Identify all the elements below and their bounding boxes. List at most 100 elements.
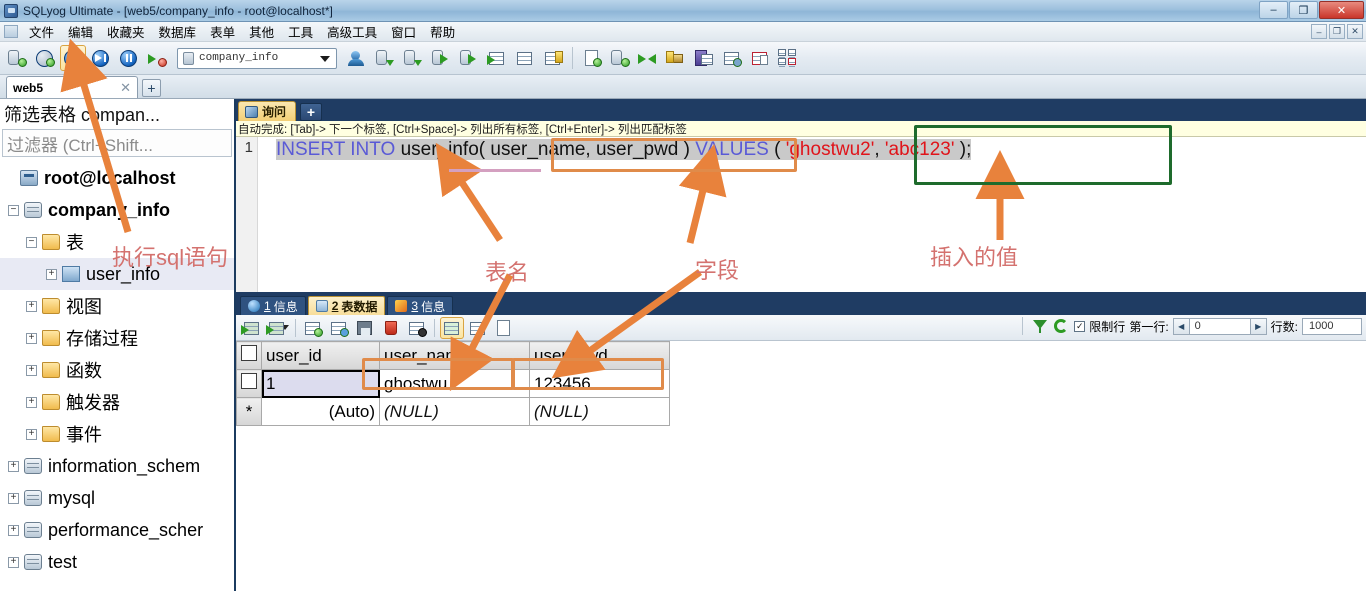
cell-user-id[interactable]: 1 <box>261 369 380 398</box>
cell-user-pwd[interactable]: 123456 <box>529 369 670 398</box>
cell-user-name[interactable]: ghostwu <box>379 369 530 398</box>
new-connection-button[interactable] <box>4 45 30 71</box>
restore-database-button[interactable] <box>456 45 482 71</box>
query-tab[interactable]: 询问 <box>238 101 297 121</box>
sql-code-line[interactable]: INSERT INTO user_info( user_name, user_p… <box>258 137 1366 292</box>
result-tab-1-info[interactable]: 1 信息 <box>240 296 306 315</box>
close-icon[interactable]: ✕ <box>120 80 131 96</box>
cell-user-pwd[interactable]: (NULL) <box>529 397 670 426</box>
data-sync-button[interactable] <box>635 45 661 71</box>
execute-query-button[interactable] <box>60 45 86 71</box>
expander-icon[interactable]: + <box>46 268 57 280</box>
schema-designer-button[interactable] <box>540 45 566 71</box>
close-button[interactable]: ✕ <box>1319 1 1364 19</box>
table-row[interactable]: 1 ghostwu 123456 <box>236 369 670 398</box>
table-data-button[interactable] <box>484 45 510 71</box>
new-query-tab-button[interactable] <box>32 45 58 71</box>
first-row-spinner[interactable]: ◀ 0 ▶ <box>1172 317 1267 335</box>
user-manager-button[interactable] <box>344 45 370 71</box>
sql-scheduler-button[interactable] <box>719 45 745 71</box>
export-database-button[interactable] <box>400 45 426 71</box>
html-report-button[interactable] <box>747 45 773 71</box>
menu-item-file[interactable]: 文件 <box>22 20 61 43</box>
prev-page-icon[interactable]: ◀ <box>1173 318 1190 334</box>
column-header-user-id[interactable]: user_id <box>261 341 380 370</box>
tree-item-mysql[interactable]: + mysql <box>0 482 234 514</box>
save-changes-button[interactable] <box>353 317 377 339</box>
menu-item-other[interactable]: 其他 <box>242 20 281 43</box>
refresh-icon[interactable] <box>1052 317 1070 335</box>
form-view-button[interactable] <box>466 317 490 339</box>
column-header-user-pwd[interactable]: user_pwd <box>529 341 670 370</box>
limit-rows-checkbox[interactable]: ✓ <box>1074 320 1086 332</box>
expander-icon[interactable]: + <box>8 556 19 568</box>
expander-icon[interactable]: + <box>8 524 19 536</box>
sql-formatter-button[interactable] <box>579 45 605 71</box>
refresh-options-button[interactable] <box>266 317 290 339</box>
checkbox-icon[interactable] <box>241 345 257 361</box>
row-count-input[interactable]: 1000 <box>1302 317 1362 335</box>
delete-row-button[interactable] <box>379 317 403 339</box>
tree-item-views[interactable]: + 视图 <box>0 290 234 322</box>
result-tab-2-table-data[interactable]: 2 表数据 <box>307 296 386 315</box>
expander-icon[interactable] <box>4 173 15 184</box>
insert-row-button[interactable] <box>301 317 325 339</box>
expander-icon[interactable]: − <box>8 204 19 216</box>
row-selector[interactable] <box>236 369 262 398</box>
maximize-button[interactable]: ❐ <box>1289 1 1318 19</box>
scheduled-backup-button[interactable] <box>663 45 689 71</box>
next-page-icon[interactable]: ▶ <box>1249 318 1266 334</box>
new-row-marker[interactable]: * <box>236 397 262 426</box>
add-connection-tab-button[interactable]: + <box>142 79 161 97</box>
backup-database-button[interactable] <box>428 45 454 71</box>
tree-item-stored-procedures[interactable]: + 存储过程 <box>0 322 234 354</box>
connection-tab-web5[interactable]: web5 ✕ <box>6 76 138 98</box>
database-selector[interactable]: company_info <box>177 47 337 69</box>
tree-item-events[interactable]: + 事件 <box>0 418 234 450</box>
grid-view-button[interactable] <box>440 316 464 339</box>
tree-item-root-localhost[interactable]: root@localhost <box>0 162 234 194</box>
expander-icon[interactable]: + <box>8 492 19 504</box>
expander-icon[interactable]: + <box>26 428 37 440</box>
expander-icon[interactable]: + <box>26 364 37 376</box>
expander-icon[interactable]: + <box>8 460 19 472</box>
add-query-tab-button[interactable]: + <box>300 103 323 121</box>
import-database-button[interactable] <box>372 45 398 71</box>
update-row-button[interactable] <box>327 317 351 339</box>
mdi-restore-button[interactable]: ❐ <box>1329 24 1345 39</box>
select-all-header[interactable] <box>236 341 262 370</box>
expander-icon[interactable]: − <box>26 236 37 248</box>
menu-item-help[interactable]: 帮助 <box>423 20 462 43</box>
table-row[interactable]: * (Auto) (NULL) (NULL) <box>236 397 670 426</box>
menu-item-powertools[interactable]: 高级工具 <box>320 20 384 43</box>
notification-services-button[interactable] <box>691 45 717 71</box>
tree-item-information-schema[interactable]: + information_schem <box>0 450 234 482</box>
checkbox-icon[interactable] <box>241 373 257 389</box>
text-view-button[interactable] <box>492 317 516 339</box>
column-header-user-name[interactable]: user_name <box>379 341 530 370</box>
minimize-button[interactable]: – <box>1259 1 1288 19</box>
tree-item-performance-schema[interactable]: + performance_scher <box>0 514 234 546</box>
mdi-close-button[interactable]: ✕ <box>1347 24 1363 39</box>
menu-item-window[interactable]: 窗口 <box>384 20 423 43</box>
result-tab-3-messages[interactable]: 3 信息 <box>387 296 454 315</box>
sync-database-button[interactable] <box>607 45 633 71</box>
cancel-changes-button[interactable] <box>405 317 429 339</box>
expander-icon[interactable]: + <box>26 396 37 408</box>
tree-item-triggers[interactable]: + 触发器 <box>0 386 234 418</box>
mdi-minimize-button[interactable]: – <box>1311 24 1327 39</box>
table-diagnostics-button[interactable] <box>512 45 538 71</box>
expander-icon[interactable]: + <box>26 300 37 312</box>
tree-item-functions[interactable]: + 函数 <box>0 354 234 386</box>
menu-item-database[interactable]: 数据库 <box>152 20 204 43</box>
tree-item-tables[interactable]: − 表 <box>0 226 234 258</box>
object-browser-filter-input[interactable]: 过滤器 (Ctrl+Shift... <box>2 129 232 157</box>
cell-user-id[interactable]: (Auto) <box>261 397 380 426</box>
tree-item-test[interactable]: + test <box>0 546 234 578</box>
menu-item-favorites[interactable]: 收藏夹 <box>100 20 152 43</box>
filter-icon[interactable] <box>1030 317 1048 335</box>
execute-all-queries-button[interactable] <box>88 45 114 71</box>
menu-item-form[interactable]: 表单 <box>203 20 242 43</box>
cell-user-name[interactable]: (NULL) <box>379 397 530 426</box>
tree-item-company-info[interactable]: − company_info <box>0 194 234 226</box>
